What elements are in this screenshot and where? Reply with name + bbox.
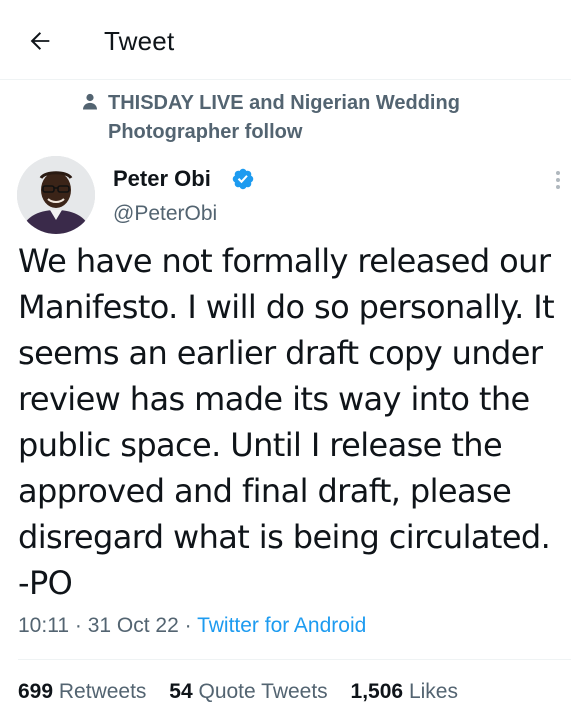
person-icon — [83, 93, 97, 110]
quote-tweets-count: 54 — [169, 680, 193, 703]
top-bar: Tweet — [0, 0, 571, 80]
avatar-image — [17, 156, 95, 234]
tweet-source-link[interactable]: Twitter for Android — [197, 614, 366, 637]
avatar[interactable] — [17, 156, 95, 234]
retweets-count: 699 — [18, 680, 54, 703]
retweets-stat[interactable]: 699 Retweets — [18, 680, 146, 703]
tweet-text: We have not formally released our Manife… — [18, 242, 555, 602]
likes-count: 1,506 — [350, 680, 404, 703]
author-name[interactable]: Peter Obi — [113, 166, 211, 192]
arrow-left-icon[interactable] — [26, 27, 54, 55]
social-context-text: THISDAY LIVE and Nigerian Wedding Photog… — [108, 92, 460, 143]
tweet-meta: 10:11 · 31 Oct 22 · Twitter for Android — [18, 614, 366, 638]
divider — [18, 659, 571, 660]
tweet-time[interactable]: 10:11 — [18, 614, 69, 637]
meta-separator: · — [74, 614, 82, 637]
likes-label: Likes — [408, 680, 458, 703]
likes-stat[interactable]: 1,506 Likes — [351, 680, 458, 703]
author-handle[interactable]: @PeterObi — [113, 202, 217, 226]
tweet-date[interactable]: 31 Oct 22 — [88, 614, 179, 637]
quote-tweets-stat[interactable]: 54 Quote Tweets — [169, 680, 327, 703]
meta-separator: · — [184, 614, 192, 637]
page-title: Tweet — [104, 26, 175, 56]
social-context[interactable]: THISDAY LIVE and Nigerian Wedding Photog… — [80, 89, 520, 147]
quote-tweets-label: Quote Tweets — [198, 680, 328, 703]
tweet-stats: 699 Retweets 54 Quote Tweets 1,506 Likes — [18, 680, 475, 704]
retweets-label: Retweets — [58, 680, 147, 703]
more-options-icon[interactable] — [548, 168, 568, 192]
verified-badge-icon — [232, 168, 254, 190]
